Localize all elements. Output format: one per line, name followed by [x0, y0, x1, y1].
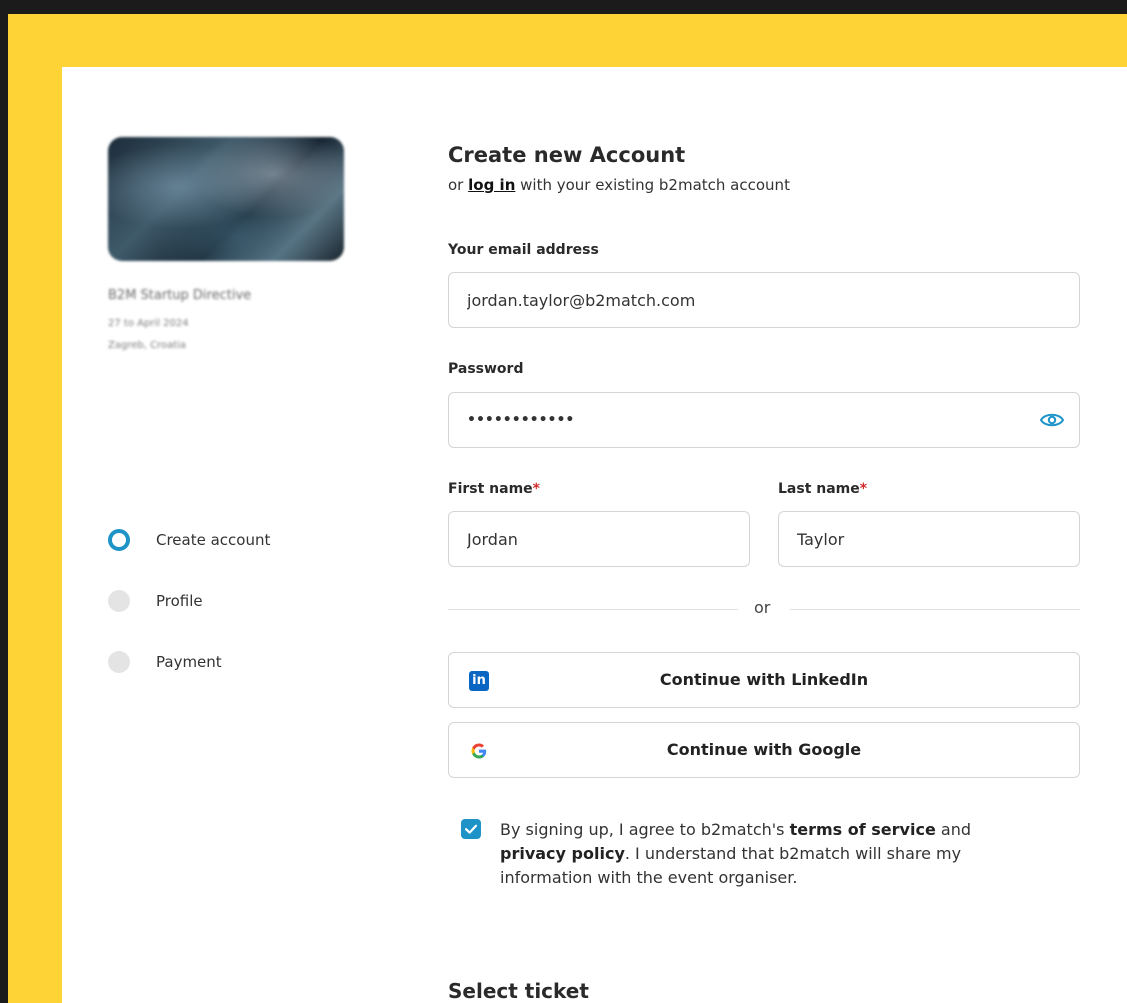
last-name-label-text: Last name — [778, 481, 860, 497]
subtitle-suffix: with your existing b2match account — [520, 176, 790, 194]
divider-left — [448, 609, 738, 610]
first-name-field[interactable] — [467, 529, 749, 549]
privacy-policy-link[interactable]: privacy policy — [500, 844, 625, 863]
event-name: B2M Startup Directive — [108, 288, 252, 303]
event-date: 27 to April 2024 — [108, 318, 189, 329]
first-name-label: First name* — [448, 481, 540, 497]
last-name-label: Last name* — [778, 481, 867, 497]
event-location: Zagreb, Croatia — [108, 340, 187, 351]
required-mark: * — [532, 481, 540, 497]
password-label: Password — [448, 361, 524, 377]
required-mark: * — [859, 481, 868, 497]
password-field[interactable]: •••••••••••• — [467, 412, 574, 428]
step-create-account: Create account — [108, 526, 270, 554]
eye-icon[interactable] — [1039, 409, 1065, 431]
email-label: Your email address — [448, 242, 599, 258]
or-separator: or — [754, 598, 771, 617]
google-button-label: Continue with Google — [666, 740, 862, 759]
google-button[interactable]: Continue with Google — [448, 722, 1080, 778]
checkmark-icon — [464, 824, 478, 834]
step-payment: Payment — [108, 648, 222, 676]
agreement-part2: and — [940, 820, 971, 839]
terms-of-service-link[interactable]: terms of service — [790, 820, 936, 839]
last-name-field-wrapper — [778, 511, 1080, 567]
last-name-field[interactable] — [797, 529, 1079, 549]
first-name-label-text: First name — [448, 481, 533, 497]
subtitle-prefix: or — [448, 176, 464, 194]
step-indicator — [108, 590, 130, 612]
agreement-checkbox[interactable] — [461, 819, 481, 839]
login-link[interactable]: log in — [468, 176, 515, 194]
first-name-field-wrapper — [448, 511, 750, 567]
event-image — [108, 137, 344, 261]
step-profile: Profile — [108, 587, 203, 615]
divider-right — [790, 609, 1080, 610]
form-title: Create new Account — [448, 143, 686, 167]
step-indicator-active — [108, 529, 130, 551]
email-field[interactable] — [467, 290, 1079, 310]
form-subtitle: or log in with your existing b2match acc… — [448, 176, 790, 194]
password-field-wrapper: •••••••••••• — [448, 392, 1080, 448]
email-field-wrapper — [448, 272, 1080, 328]
step-label: Payment — [156, 653, 222, 671]
select-ticket-heading: Select ticket — [448, 979, 589, 1003]
linkedin-button[interactable]: in Continue with LinkedIn — [448, 652, 1080, 708]
step-label: Profile — [156, 592, 203, 610]
step-label: Create account — [156, 531, 271, 549]
linkedin-button-label: Continue with LinkedIn — [659, 670, 869, 689]
agreement-text: By signing up, I agree to b2match's term… — [500, 818, 1040, 890]
step-indicator — [108, 651, 130, 673]
agreement-part1: By signing up, I agree to b2match's — [500, 820, 785, 839]
